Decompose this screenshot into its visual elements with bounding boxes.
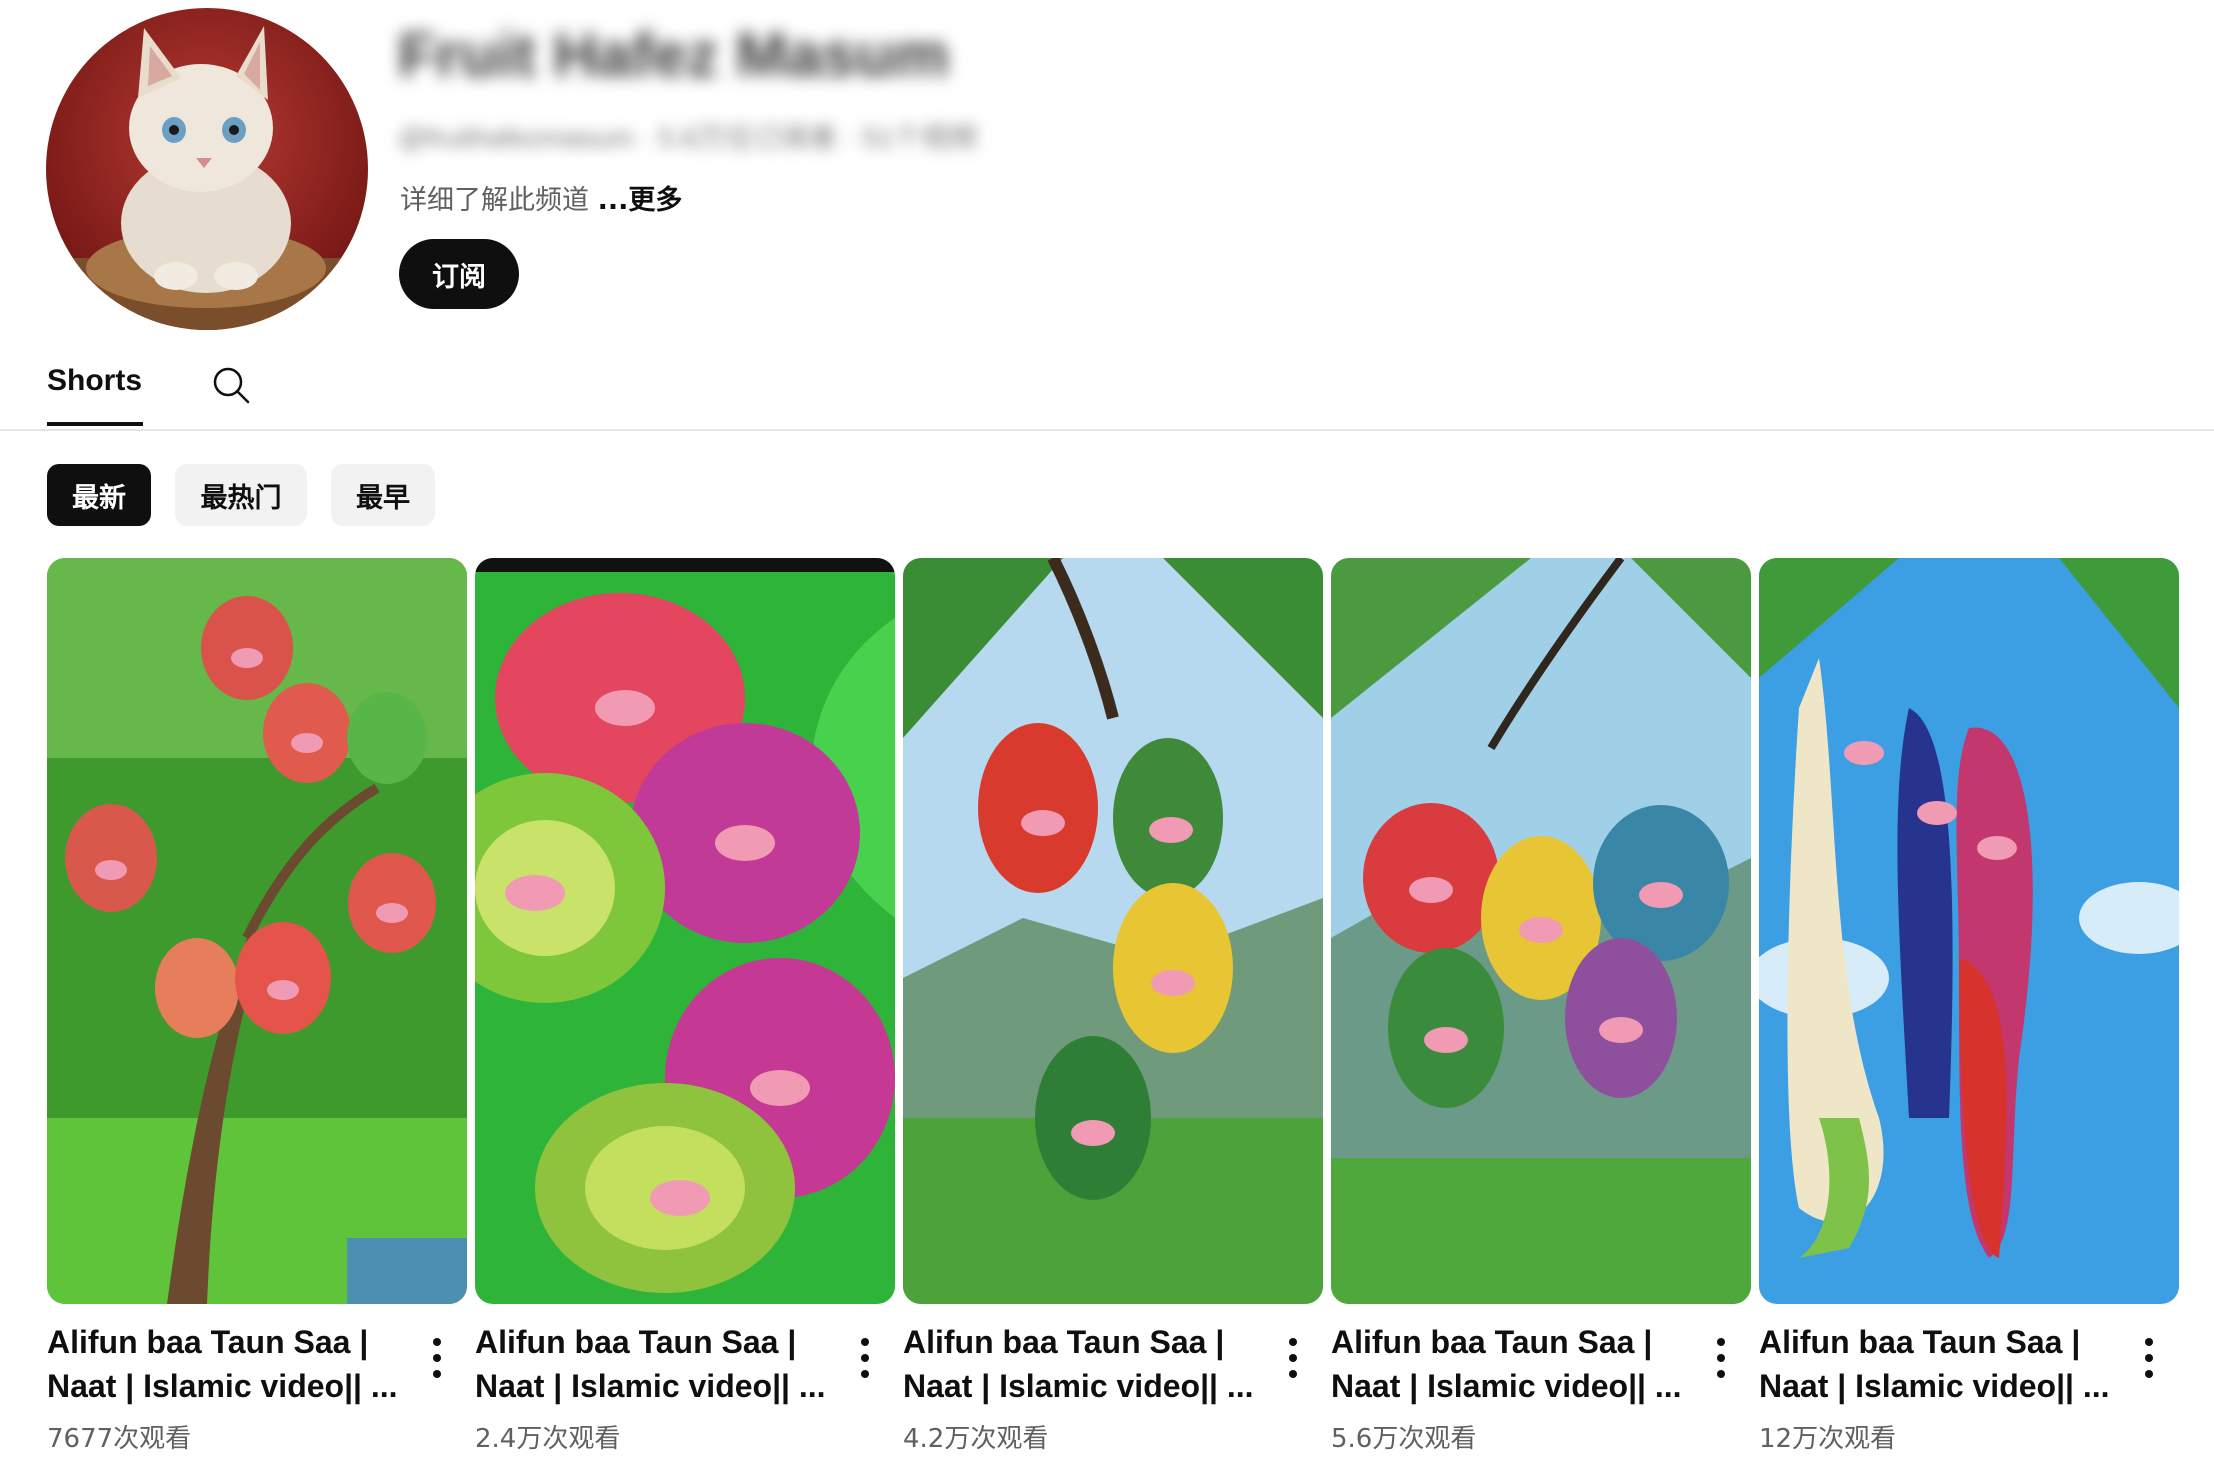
channel-description[interactable]: 详细了解此频道 ...更多 — [400, 178, 682, 217]
video-views: 5.6万次观看 — [1331, 1424, 1477, 1454]
video-card[interactable]: Alifun baa Taun Saa | Naat | Islamic vid… — [47, 558, 467, 1458]
video-card[interactable]: Alifun baa Taun Saa | Naat | Islamic vid… — [903, 558, 1323, 1458]
video-card[interactable]: Alifun baa Taun Saa | Naat | Islamic vid… — [475, 558, 895, 1458]
tabs-divider — [0, 429, 2214, 431]
search-icon[interactable] — [210, 364, 252, 406]
tab-active-indicator — [47, 422, 143, 426]
video-thumbnail[interactable] — [1759, 558, 2179, 1304]
video-title[interactable]: Alifun baa Taun Saa | Naat | Islamic vid… — [1331, 1320, 1691, 1408]
more-options-icon[interactable] — [1273, 1332, 1313, 1384]
video-views: 7677次观看 — [47, 1424, 192, 1454]
chip-latest[interactable]: 最新 — [47, 464, 151, 526]
more-link[interactable]: ...更多 — [598, 185, 683, 216]
more-options-icon[interactable] — [845, 1332, 885, 1384]
channel-avatar — [46, 8, 368, 330]
more-options-icon[interactable] — [417, 1332, 457, 1384]
description-text: 详细了解此频道 — [400, 185, 589, 216]
video-views: 4.2万次观看 — [903, 1424, 1049, 1454]
more-options-icon[interactable] — [2129, 1332, 2169, 1384]
video-views: 12万次观看 — [1759, 1424, 1897, 1454]
video-thumbnail[interactable] — [475, 558, 895, 1304]
chip-popular[interactable]: 最热门 — [175, 464, 307, 526]
video-title[interactable]: Alifun baa Taun Saa | Naat | Islamic vid… — [47, 1320, 407, 1408]
video-card[interactable]: Alifun baa Taun Saa | Naat | Islamic vid… — [1759, 558, 2179, 1458]
tab-shorts[interactable]: Shorts — [47, 364, 142, 398]
channel-name: Fruit Hafez Masum — [398, 21, 950, 90]
video-thumbnail[interactable] — [1331, 558, 1751, 1304]
video-title[interactable]: Alifun baa Taun Saa | Naat | Islamic vid… — [1759, 1320, 2119, 1408]
video-title[interactable]: Alifun baa Taun Saa | Naat | Islamic vid… — [903, 1320, 1263, 1408]
video-card[interactable]: Alifun baa Taun Saa | Naat | Islamic vid… — [1331, 558, 1751, 1458]
video-thumbnail[interactable] — [903, 558, 1323, 1304]
more-options-icon[interactable] — [1701, 1332, 1741, 1384]
channel-meta: @fruithafezmasum · 5.6万位订阅者 · 51个视频 — [398, 122, 978, 153]
subscribe-button[interactable]: 订阅 — [399, 239, 519, 309]
video-views: 2.4万次观看 — [475, 1424, 621, 1454]
video-thumbnail[interactable] — [47, 558, 467, 1304]
chip-oldest[interactable]: 最早 — [331, 464, 435, 526]
video-title[interactable]: Alifun baa Taun Saa | Naat | Islamic vid… — [475, 1320, 835, 1408]
